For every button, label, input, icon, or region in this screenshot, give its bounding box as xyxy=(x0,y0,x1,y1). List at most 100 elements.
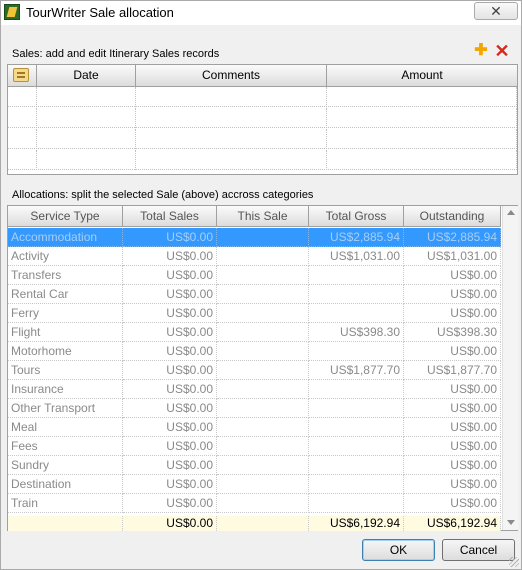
outstanding-cell: US$0.00 xyxy=(404,380,501,399)
cancel-button[interactable]: Cancel xyxy=(442,539,515,561)
sales-cell[interactable] xyxy=(37,108,136,128)
sales-cell[interactable] xyxy=(8,108,37,128)
ok-button[interactable]: OK xyxy=(362,539,435,561)
this-sale-cell[interactable] xyxy=(217,228,309,247)
allocation-row[interactable]: Ferry US$0.00 US$0.00 xyxy=(8,304,501,323)
service-type-cell: Destination xyxy=(8,475,123,494)
allocation-row[interactable]: Motorhome US$0.00 US$0.00 xyxy=(8,342,501,361)
sales-grid[interactable]: Date Comments Amount xyxy=(7,64,518,175)
scroll-down-arrow-icon[interactable] xyxy=(507,520,515,525)
sales-row[interactable] xyxy=(8,87,517,107)
resize-grip-icon[interactable] xyxy=(509,557,519,567)
sales-cell[interactable] xyxy=(327,150,517,170)
allocations-scrollbar[interactable] xyxy=(502,206,518,530)
allocation-row[interactable]: Accommodation US$0.00 US$2,885.94 US$2,885.… xyxy=(8,228,501,247)
this-sale-cell[interactable] xyxy=(217,247,309,266)
this-sale-cell[interactable] xyxy=(217,304,309,323)
alloc-column-service-type[interactable]: Service Type xyxy=(8,206,123,226)
allocation-row[interactable]: Other Transport US$0.00 US$0.00 xyxy=(8,399,501,418)
sales-row[interactable] xyxy=(8,150,517,170)
sales-cell[interactable] xyxy=(37,129,136,149)
total-sales-cell: US$0.00 xyxy=(123,494,217,513)
total-gross-cell xyxy=(309,475,404,494)
allocations-section-label: Allocations: split the selected Sale (ab… xyxy=(12,189,314,201)
allocation-row[interactable]: Sundry US$0.00 US$0.00 xyxy=(8,456,501,475)
sales-column-date[interactable]: Date xyxy=(37,65,136,86)
this-sale-cell[interactable] xyxy=(217,475,309,494)
total-sales-cell: US$0.00 xyxy=(123,399,217,418)
add-sale-icon[interactable]: ✚ xyxy=(474,43,488,59)
this-sale-cell[interactable] xyxy=(217,323,309,342)
allocation-row[interactable]: Flight US$0.00 US$398.30 US$398.30 xyxy=(8,323,501,342)
this-sale-cell[interactable] xyxy=(217,266,309,285)
sales-cell[interactable] xyxy=(327,87,517,107)
allocation-row[interactable]: Rental Car US$0.00 US$0.00 xyxy=(8,285,501,304)
outstanding-cell: US$0.00 xyxy=(404,437,501,456)
total-sales-cell: US$0.00 xyxy=(123,285,217,304)
alloc-column-total-sales[interactable]: Total Sales xyxy=(123,206,217,226)
this-sale-cell[interactable] xyxy=(217,399,309,418)
allocation-row[interactable]: Activity US$0.00 US$1,031.00 US$1,031.00 xyxy=(8,247,501,266)
service-type-cell: Transfers xyxy=(8,266,123,285)
sales-cell[interactable] xyxy=(8,150,37,170)
alloc-column-this-sale[interactable]: This Sale xyxy=(217,206,309,226)
allocation-row[interactable]: Train US$0.00 US$0.00 xyxy=(8,494,501,513)
scroll-up-arrow-icon[interactable] xyxy=(507,210,515,215)
sales-column-amount[interactable]: Amount xyxy=(327,65,517,86)
totals-outstanding: US$6,192.94 xyxy=(404,516,501,531)
this-sale-cell[interactable] xyxy=(217,437,309,456)
outstanding-cell: US$398.30 xyxy=(404,323,501,342)
outstanding-cell: US$0.00 xyxy=(404,494,501,513)
total-sales-cell: US$0.00 xyxy=(123,323,217,342)
total-gross-cell xyxy=(309,380,404,399)
service-type-cell: Flight xyxy=(8,323,123,342)
sales-section-label: Sales: add and edit Itinerary Sales reco… xyxy=(12,48,220,60)
this-sale-cell[interactable] xyxy=(217,285,309,304)
this-sale-cell[interactable] xyxy=(217,342,309,361)
allocation-row[interactable]: Transfers US$0.00 US$0.00 xyxy=(8,266,501,285)
this-sale-cell[interactable] xyxy=(217,494,309,513)
totals-total-sales: US$0.00 xyxy=(123,516,217,531)
sales-cell[interactable] xyxy=(8,129,37,149)
allocations-grid[interactable]: Service Type Total Sales This Sale Total… xyxy=(7,205,518,531)
sales-row[interactable] xyxy=(8,108,517,128)
alloc-column-outstanding[interactable]: Outstanding xyxy=(404,206,501,226)
allocation-row[interactable]: Tours US$0.00 US$1,877.70 US$1,877.70 xyxy=(8,361,501,380)
total-gross-cell xyxy=(309,437,404,456)
sales-cell[interactable] xyxy=(327,129,517,149)
sales-cell[interactable] xyxy=(8,87,37,107)
sales-cell[interactable] xyxy=(37,150,136,170)
total-sales-cell: US$0.00 xyxy=(123,380,217,399)
close-button[interactable]: ✕ xyxy=(474,2,518,20)
sales-cell[interactable] xyxy=(136,129,327,149)
sales-row[interactable] xyxy=(8,129,517,149)
allocation-row[interactable]: Fees US$0.00 US$0.00 xyxy=(8,437,501,456)
sales-column-icon-header[interactable] xyxy=(8,65,37,86)
outstanding-cell: US$1,031.00 xyxy=(404,247,501,266)
this-sale-cell[interactable] xyxy=(217,418,309,437)
allocation-row[interactable]: Destination US$0.00 US$0.00 xyxy=(8,475,501,494)
sales-column-comments[interactable]: Comments xyxy=(136,65,327,86)
service-type-cell: Meal xyxy=(8,418,123,437)
edit-sheet-icon xyxy=(13,68,29,82)
sales-cell[interactable] xyxy=(37,87,136,107)
sales-cell[interactable] xyxy=(327,108,517,128)
allocation-row[interactable]: Meal US$0.00 US$0.00 xyxy=(8,418,501,437)
total-sales-cell: US$0.00 xyxy=(123,247,217,266)
this-sale-cell[interactable] xyxy=(217,456,309,475)
title-bar: TourWriter Sale allocation ✕ xyxy=(1,1,521,25)
sales-cell[interactable] xyxy=(136,108,327,128)
window-title: TourWriter Sale allocation xyxy=(26,5,174,20)
delete-sale-icon[interactable]: ✕ xyxy=(494,42,510,60)
this-sale-cell[interactable] xyxy=(217,380,309,399)
allocation-row[interactable]: Insurance US$0.00 US$0.00 xyxy=(8,380,501,399)
total-sales-cell: US$0.00 xyxy=(123,266,217,285)
alloc-column-total-gross[interactable]: Total Gross xyxy=(309,206,404,226)
total-gross-cell xyxy=(309,304,404,323)
tourwriter-logo-icon xyxy=(4,4,20,20)
sales-cell[interactable] xyxy=(136,87,327,107)
this-sale-cell[interactable] xyxy=(217,361,309,380)
service-type-cell: Ferry xyxy=(8,304,123,323)
total-gross-cell: US$1,877.70 xyxy=(309,361,404,380)
sales-cell[interactable] xyxy=(136,150,327,170)
